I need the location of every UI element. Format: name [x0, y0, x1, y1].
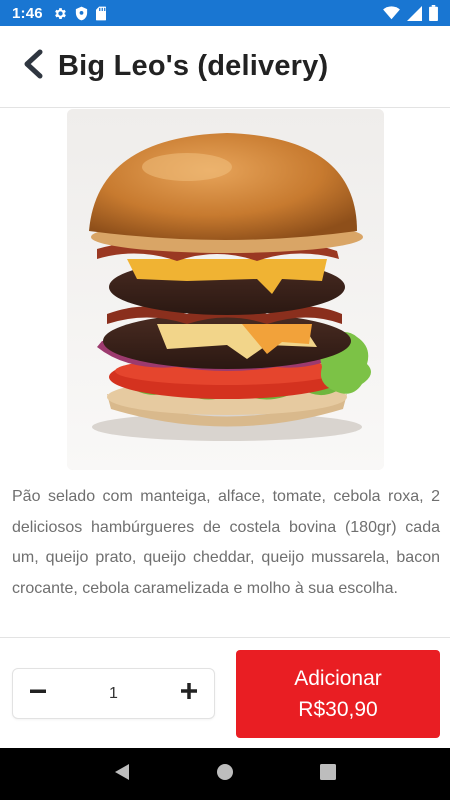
minus-icon [30, 683, 46, 704]
nav-recents-button[interactable] [308, 754, 348, 794]
quantity-value: 1 [109, 684, 118, 702]
plus-icon [181, 683, 197, 704]
gear-icon [53, 6, 68, 21]
nav-back-button[interactable] [102, 754, 142, 794]
divider [0, 637, 450, 638]
add-button-label: Adicionar [294, 667, 382, 690]
wifi-icon [383, 6, 400, 20]
recents-square-icon [320, 763, 337, 785]
decrement-button[interactable] [13, 669, 63, 718]
home-circle-icon [216, 763, 234, 786]
back-button[interactable] [8, 37, 58, 97]
increment-button[interactable] [164, 669, 214, 718]
product-description: Pão selado com manteiga, alface, tomate,… [12, 488, 440, 597]
add-to-cart-button[interactable]: Adicionar R$30,90 [236, 650, 440, 738]
product-image [67, 109, 384, 470]
status-bar: 1:46 [0, 0, 450, 26]
status-left-icons [53, 6, 107, 21]
status-right-icons [383, 5, 438, 21]
shield-icon [75, 6, 88, 21]
status-time: 1:46 [12, 4, 43, 22]
sd-card-icon [95, 6, 107, 21]
quantity-stepper: 1 [12, 668, 215, 719]
back-triangle-icon [114, 763, 130, 786]
battery-icon [429, 5, 438, 21]
signal-icon [407, 5, 422, 21]
page-title: Big Leo's (delivery) [58, 50, 329, 82]
system-nav-bar [0, 748, 450, 800]
add-button-price: R$30,90 [298, 698, 378, 721]
nav-home-button[interactable] [205, 754, 245, 794]
app-bar: Big Leo's (delivery) [0, 26, 450, 108]
chevron-left-icon [22, 49, 44, 84]
